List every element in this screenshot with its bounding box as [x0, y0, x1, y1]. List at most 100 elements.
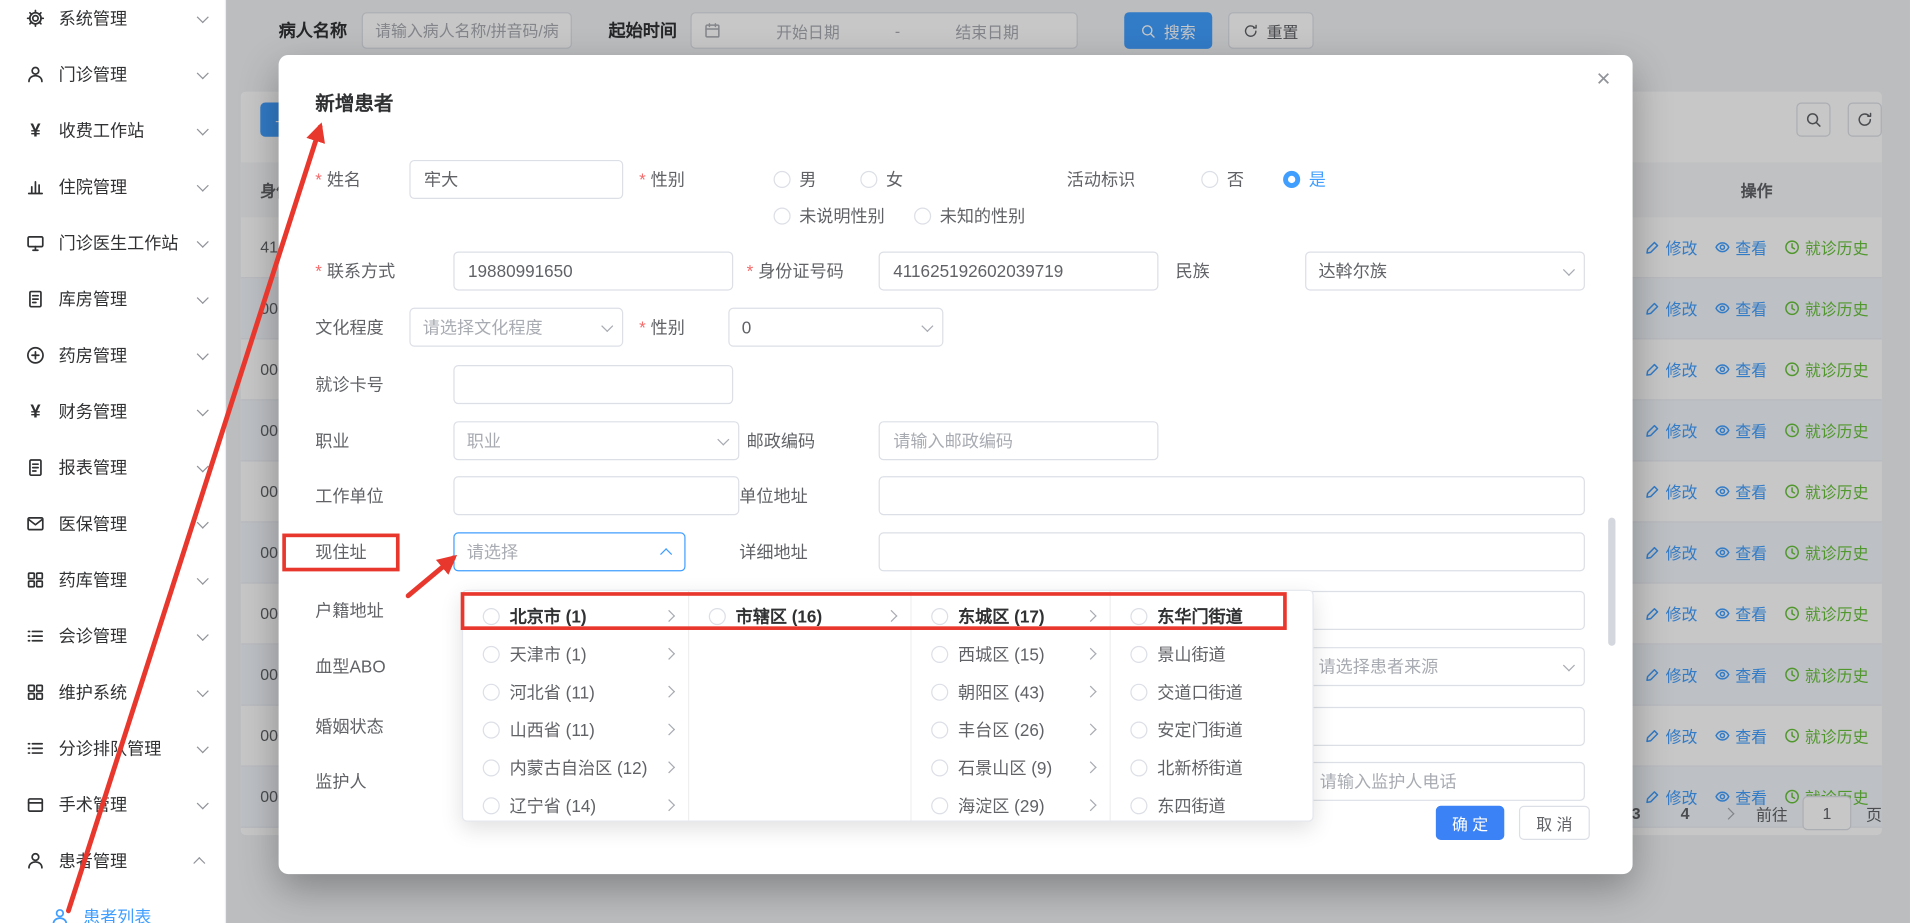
sidebar-item-label: 系统管理	[59, 6, 197, 30]
field-label-text: 邮政编码	[747, 429, 815, 453]
sidebar-item-patient[interactable]: 患者管理	[0, 833, 225, 889]
field-label-text: 监护人	[315, 769, 366, 793]
close-icon[interactable]: ×	[1596, 67, 1610, 91]
card-no-input[interactable]	[453, 365, 733, 404]
gender-radio-unknown[interactable]: 未知的性别	[914, 197, 1025, 236]
sidebar-item-consultation[interactable]: 会诊管理	[0, 608, 225, 664]
cascader-option-neimenggu[interactable]: 内蒙古自治区 (12)	[463, 748, 688, 786]
household-address-field-label: 户籍地址	[315, 591, 383, 630]
cascader-option-hebei[interactable]: 河北省 (11)	[463, 673, 688, 711]
confirm-button[interactable]: 确 定	[1436, 806, 1504, 840]
cascader-option-liaoning[interactable]: 辽宁省 (14)	[463, 786, 688, 820]
cascader-option-andingmen[interactable]: 安定门街道	[1111, 711, 1315, 749]
cascader-option-label: 辽宁省 (14)	[510, 793, 655, 817]
gender2-select[interactable]: 0	[728, 308, 943, 347]
chevron-down-icon	[197, 179, 209, 191]
sidebar-item-inpatient[interactable]: 住院管理	[0, 159, 225, 215]
patient-source-select[interactable]: 请选择患者来源	[1305, 647, 1585, 686]
radio-icon	[483, 721, 500, 738]
sidebar-item-outpatient-doctor[interactable]: 门诊医生工作站	[0, 215, 225, 271]
radio-label: 未说明性别	[799, 204, 885, 228]
cascader-option-dongcheng[interactable]: 东城区 (17)	[912, 597, 1110, 635]
cancel-button[interactable]: 取 消	[1519, 806, 1590, 840]
detail-address-input[interactable]	[879, 532, 1585, 571]
sidebar: 系统管理 门诊管理 收费工作站 住院管理 门诊医生工作站 库房管理 药房管理 财…	[0, 0, 226, 923]
sidebar-item-label: 门诊管理	[59, 62, 197, 86]
chevron-right-icon	[1085, 761, 1097, 773]
sidebar-item-surgery[interactable]: 手术管理	[0, 776, 225, 832]
select-value: 0	[742, 317, 752, 337]
household-right-input[interactable]	[1305, 591, 1585, 630]
cascader-option-shanxi[interactable]: 山西省 (11)	[463, 711, 688, 749]
cascader-option-label: 景山街道	[1157, 642, 1300, 666]
cascader-option-shijingshan[interactable]: 石景山区 (9)	[912, 748, 1110, 786]
sidebar-item-maintenance[interactable]: 维护系统	[0, 664, 225, 720]
radio-icon	[931, 797, 948, 814]
sidebar-item-insurance[interactable]: 医保管理	[0, 496, 225, 552]
report-icon	[24, 457, 46, 479]
field-label-text: 性别	[651, 315, 685, 339]
cascader-option-jiaodaokou[interactable]: 交道口街道	[1111, 673, 1315, 711]
cascader-option-haidian[interactable]: 海淀区 (29)	[912, 786, 1110, 820]
sidebar-item-triage-queue[interactable]: 分诊排队管理	[0, 720, 225, 776]
sidebar-item-drug-store[interactable]: 药库管理	[0, 552, 225, 608]
radio-icon	[931, 607, 948, 624]
active-radio-no[interactable]: 否	[1201, 160, 1244, 199]
mail-icon	[24, 513, 46, 535]
postcode-input[interactable]	[879, 421, 1159, 460]
chevron-down-icon	[197, 291, 209, 303]
ethnicity-select[interactable]: 达斡尔族	[1305, 252, 1585, 291]
chevron-right-icon	[663, 723, 675, 735]
chevron-down-icon	[717, 433, 729, 445]
name-input[interactable]	[409, 160, 623, 199]
cascader-option-label: 丰台区 (26)	[958, 717, 1077, 741]
radio-icon	[1130, 645, 1147, 662]
active-radio-yes[interactable]: 是	[1283, 160, 1326, 199]
radio-icon	[931, 683, 948, 700]
field-label-text: 联系方式	[327, 259, 395, 283]
modal-scrollbar[interactable]	[1608, 518, 1615, 646]
sidebar-item-finance[interactable]: 财务管理	[0, 383, 225, 439]
select-value: 达斡尔族	[1319, 259, 1387, 283]
sidebar-item-label: 药库管理	[59, 568, 197, 592]
education-select[interactable]: 请选择文化程度	[409, 308, 623, 347]
cascader-option-tianjin[interactable]: 天津市 (1)	[463, 635, 688, 673]
marital-right-input[interactable]	[1305, 707, 1585, 746]
gender-radio-unstated[interactable]: 未说明性别	[774, 197, 885, 236]
sidebar-item-system[interactable]: 系统管理	[0, 0, 225, 46]
sidebar-item-label: 药房管理	[59, 343, 197, 367]
current-address-select[interactable]: 请选择	[453, 532, 685, 571]
sidebar-item-patient-list[interactable]: 患者列表	[0, 889, 225, 923]
contact-input[interactable]	[453, 252, 733, 291]
cascader-option-shixiaqu[interactable]: 市辖区 (16)	[689, 597, 910, 635]
cascader-option-fengtai[interactable]: 丰台区 (26)	[912, 711, 1110, 749]
radio-icon	[931, 721, 948, 738]
cascader-option-xicheng[interactable]: 西城区 (15)	[912, 635, 1110, 673]
name-field-label: *姓名	[315, 160, 361, 199]
cascader-option-chaoyang[interactable]: 朝阳区 (43)	[912, 673, 1110, 711]
yen-icon	[24, 400, 46, 422]
cascader-city-column: 市辖区 (16)	[689, 591, 911, 821]
gender-radio-female[interactable]: 女	[860, 160, 903, 199]
cascader-option-donghuamen[interactable]: 东华门街道	[1111, 597, 1315, 635]
sidebar-item-pharmacy[interactable]: 药房管理	[0, 327, 225, 383]
employer-input[interactable]	[453, 476, 739, 515]
gender-radio-male[interactable]: 男	[774, 160, 817, 199]
cascader-option-dongsi[interactable]: 东四街道	[1111, 786, 1315, 820]
occupation-select[interactable]: 职业	[453, 421, 739, 460]
dialog-title: 新增患者	[315, 87, 393, 116]
cascader-option-beixinqiao[interactable]: 北新桥街道	[1111, 748, 1315, 786]
sidebar-item-reports[interactable]: 报表管理	[0, 440, 225, 496]
radio-label: 否	[1227, 167, 1244, 191]
sidebar-item-charging[interactable]: 收费工作站	[0, 103, 225, 159]
cascader-option-beijing[interactable]: 北京市 (1)	[463, 597, 688, 635]
employer-address-input[interactable]	[879, 476, 1585, 515]
cascader-option-jingshan[interactable]: 景山街道	[1111, 635, 1315, 673]
guardian-phone-input[interactable]	[1305, 762, 1585, 801]
sidebar-item-warehouse[interactable]: 库房管理	[0, 271, 225, 327]
document-icon	[24, 288, 46, 310]
idcard-input[interactable]	[879, 252, 1159, 291]
sidebar-item-outpatient[interactable]: 门诊管理	[0, 46, 225, 102]
chevron-down-icon	[197, 628, 209, 640]
sidebar-item-label: 库房管理	[59, 287, 197, 311]
